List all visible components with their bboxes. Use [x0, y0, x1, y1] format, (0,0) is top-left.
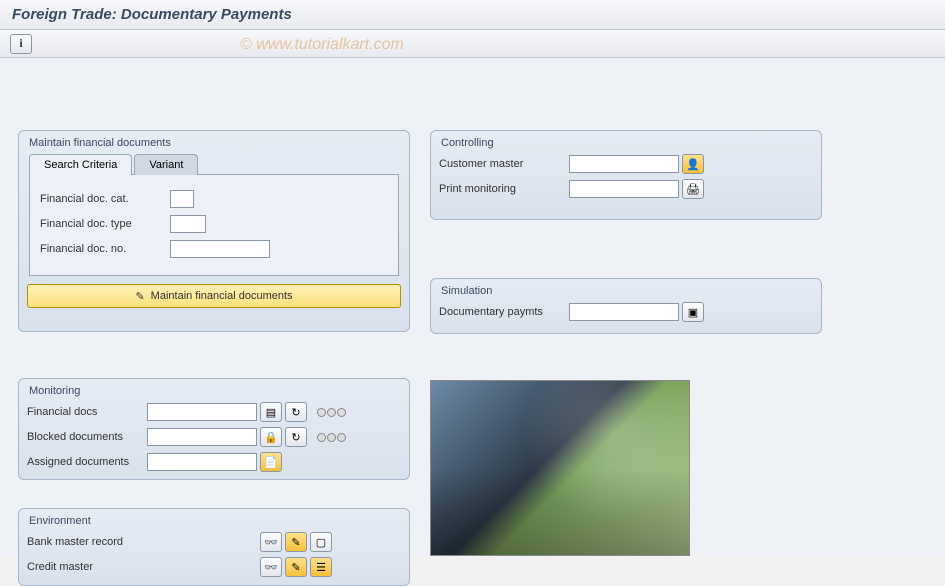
info-button[interactable]: i [10, 34, 32, 54]
display-icon-button[interactable]: 👓 [260, 532, 282, 552]
row-blocked: Blocked documents 🔒 ↻ [27, 426, 401, 448]
glasses-icon: 👓 [264, 536, 278, 549]
row-credit: Credit master 👓 ✎ ☰ [27, 556, 401, 578]
input-print[interactable] [569, 180, 679, 198]
stack-icon: ☰ [316, 561, 326, 574]
row-assigned: Assigned documents 📄 [27, 451, 401, 473]
input-doc-cat[interactable] [170, 190, 194, 208]
group-environment-title: Environment [27, 515, 401, 527]
lbl-doc-type: Financial doc. type [40, 218, 170, 230]
input-docpay[interactable] [569, 303, 679, 321]
info-icon: i [19, 36, 22, 51]
input-doc-type[interactable] [170, 215, 206, 233]
printer-icon: 🖨 [686, 183, 700, 196]
lbl-credit: Credit master [27, 561, 257, 573]
input-customer[interactable] [569, 155, 679, 173]
pencil-icon: ✎ [291, 536, 300, 549]
execute-icon-button[interactable]: ▣ [682, 302, 704, 322]
display2-icon-button[interactable]: 👓 [260, 557, 282, 577]
edit2-icon-button[interactable]: ✎ [285, 557, 307, 577]
traffic-lights [317, 408, 346, 417]
input-assigned[interactable] [147, 453, 257, 471]
input-blocked[interactable] [147, 428, 257, 446]
group-monitoring: Monitoring Financial docs ▤ ↻ Blocked do… [18, 378, 410, 480]
execute-icon: ▣ [688, 306, 698, 319]
refresh2-icon-button[interactable]: ↻ [285, 427, 307, 447]
group-controlling-title: Controlling [439, 137, 813, 149]
light-icon [317, 433, 326, 442]
lbl-customer: Customer master [439, 158, 569, 170]
lock-icon: 🔒 [264, 431, 278, 444]
maintain-button-label: Maintain financial documents [151, 290, 293, 302]
decorative-image [430, 380, 690, 556]
tab-variant[interactable]: Variant [134, 154, 198, 175]
refresh-icon: ↻ [291, 431, 300, 444]
input-doc-no[interactable] [170, 240, 270, 258]
input-fin[interactable] [147, 403, 257, 421]
pencil-icon: ✎ [291, 561, 300, 574]
lbl-doc-cat: Financial doc. cat. [40, 193, 170, 205]
maintain-button[interactable]: ✎ Maintain financial documents [27, 284, 401, 308]
page-icon: ▢ [316, 536, 326, 549]
group-controlling: Controlling Customer master 👤 Print moni… [430, 130, 822, 220]
group-simulation-title: Simulation [439, 285, 813, 297]
tab-search-criteria[interactable]: Search Criteria [29, 154, 132, 175]
light-icon [337, 433, 346, 442]
list-icon: ▤ [266, 406, 276, 419]
light-icon [327, 408, 336, 417]
light-icon [317, 408, 326, 417]
toolbar: i © www.tutorialkart.com [0, 30, 945, 58]
pencil-icon: ✎ [135, 290, 144, 303]
lbl-doc-no: Financial doc. no. [40, 243, 170, 255]
row-financial-docs: Financial docs ▤ ↻ [27, 401, 401, 423]
lbl-bank: Bank master record [27, 536, 257, 548]
tab-strip: Search Criteria Variant [29, 153, 399, 175]
group-environment: Environment Bank master record 👓 ✎ ▢ Cre… [18, 508, 410, 586]
row-customer: Customer master 👤 [439, 153, 813, 175]
row-doc-cat: Financial doc. cat. [40, 188, 388, 210]
print-icon-button[interactable]: 🖨 [682, 179, 704, 199]
lbl-assigned: Assigned documents [27, 456, 147, 468]
lbl-fin: Financial docs [27, 406, 147, 418]
person-icon-button[interactable]: 👤 [682, 154, 704, 174]
row-bank: Bank master record 👓 ✎ ▢ [27, 531, 401, 553]
create-icon-button[interactable]: ▢ [310, 532, 332, 552]
light-icon [327, 433, 336, 442]
list2-icon-button[interactable]: ☰ [310, 557, 332, 577]
lbl-docpay: Documentary paymts [439, 306, 569, 318]
group-simulation: Simulation Documentary paymts ▣ [430, 278, 822, 334]
assign-icon: 📄 [264, 456, 278, 469]
page-title: Foreign Trade: Documentary Payments [0, 0, 945, 30]
row-docpay: Documentary paymts ▣ [439, 301, 813, 323]
tab-body: Financial doc. cat. Financial doc. type … [29, 175, 399, 276]
traffic-lights [317, 433, 346, 442]
glasses-icon: 👓 [264, 561, 278, 574]
light-icon [337, 408, 346, 417]
row-doc-no: Financial doc. no. [40, 238, 388, 260]
lock-icon-button[interactable]: 🔒 [260, 427, 282, 447]
person-icon: 👤 [686, 158, 700, 171]
row-print: Print monitoring 🖨 [439, 178, 813, 200]
group-maintain-title: Maintain financial documents [27, 137, 401, 149]
row-doc-type: Financial doc. type [40, 213, 388, 235]
refresh-icon: ↻ [291, 406, 300, 419]
watermark: © www.tutorialkart.com [240, 36, 404, 54]
list-icon-button[interactable]: ▤ [260, 402, 282, 422]
assign-icon-button[interactable]: 📄 [260, 452, 282, 472]
content-area: Maintain financial documents Search Crit… [0, 58, 945, 556]
lbl-blocked: Blocked documents [27, 431, 147, 443]
refresh-icon-button[interactable]: ↻ [285, 402, 307, 422]
edit-icon-button[interactable]: ✎ [285, 532, 307, 552]
group-monitoring-title: Monitoring [27, 385, 401, 397]
group-maintain: Maintain financial documents Search Crit… [18, 130, 410, 332]
lbl-print: Print monitoring [439, 183, 569, 195]
